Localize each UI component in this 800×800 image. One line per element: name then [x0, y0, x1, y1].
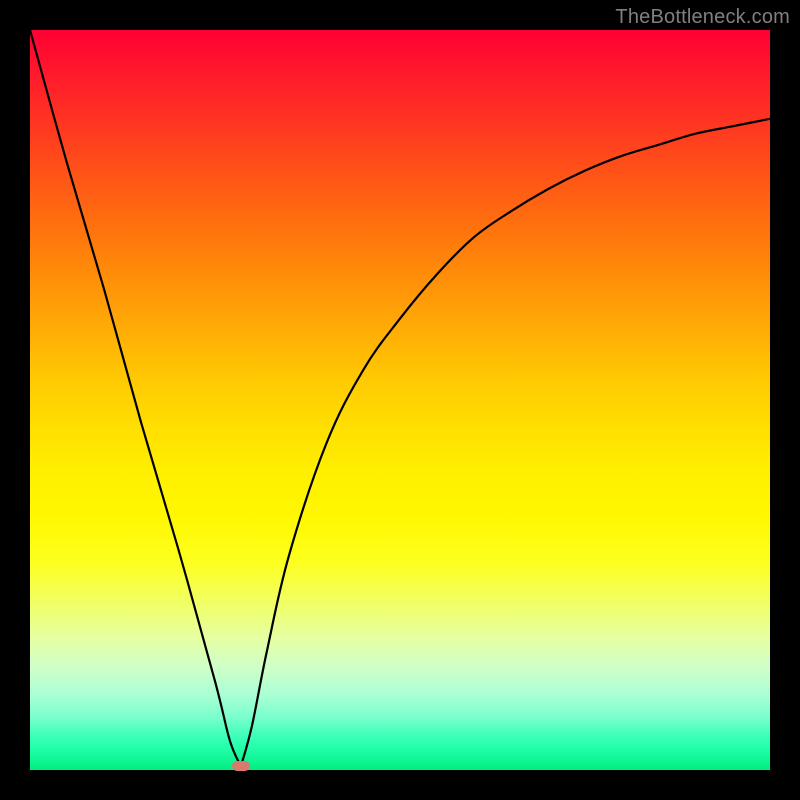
chart-frame: TheBottleneck.com	[0, 0, 800, 800]
right-branch-line	[241, 119, 770, 767]
minimum-marker	[232, 761, 250, 771]
watermark-text: TheBottleneck.com	[615, 6, 790, 29]
curve-layer	[30, 30, 770, 770]
left-branch-line	[30, 30, 241, 766]
plot-area	[30, 30, 770, 770]
